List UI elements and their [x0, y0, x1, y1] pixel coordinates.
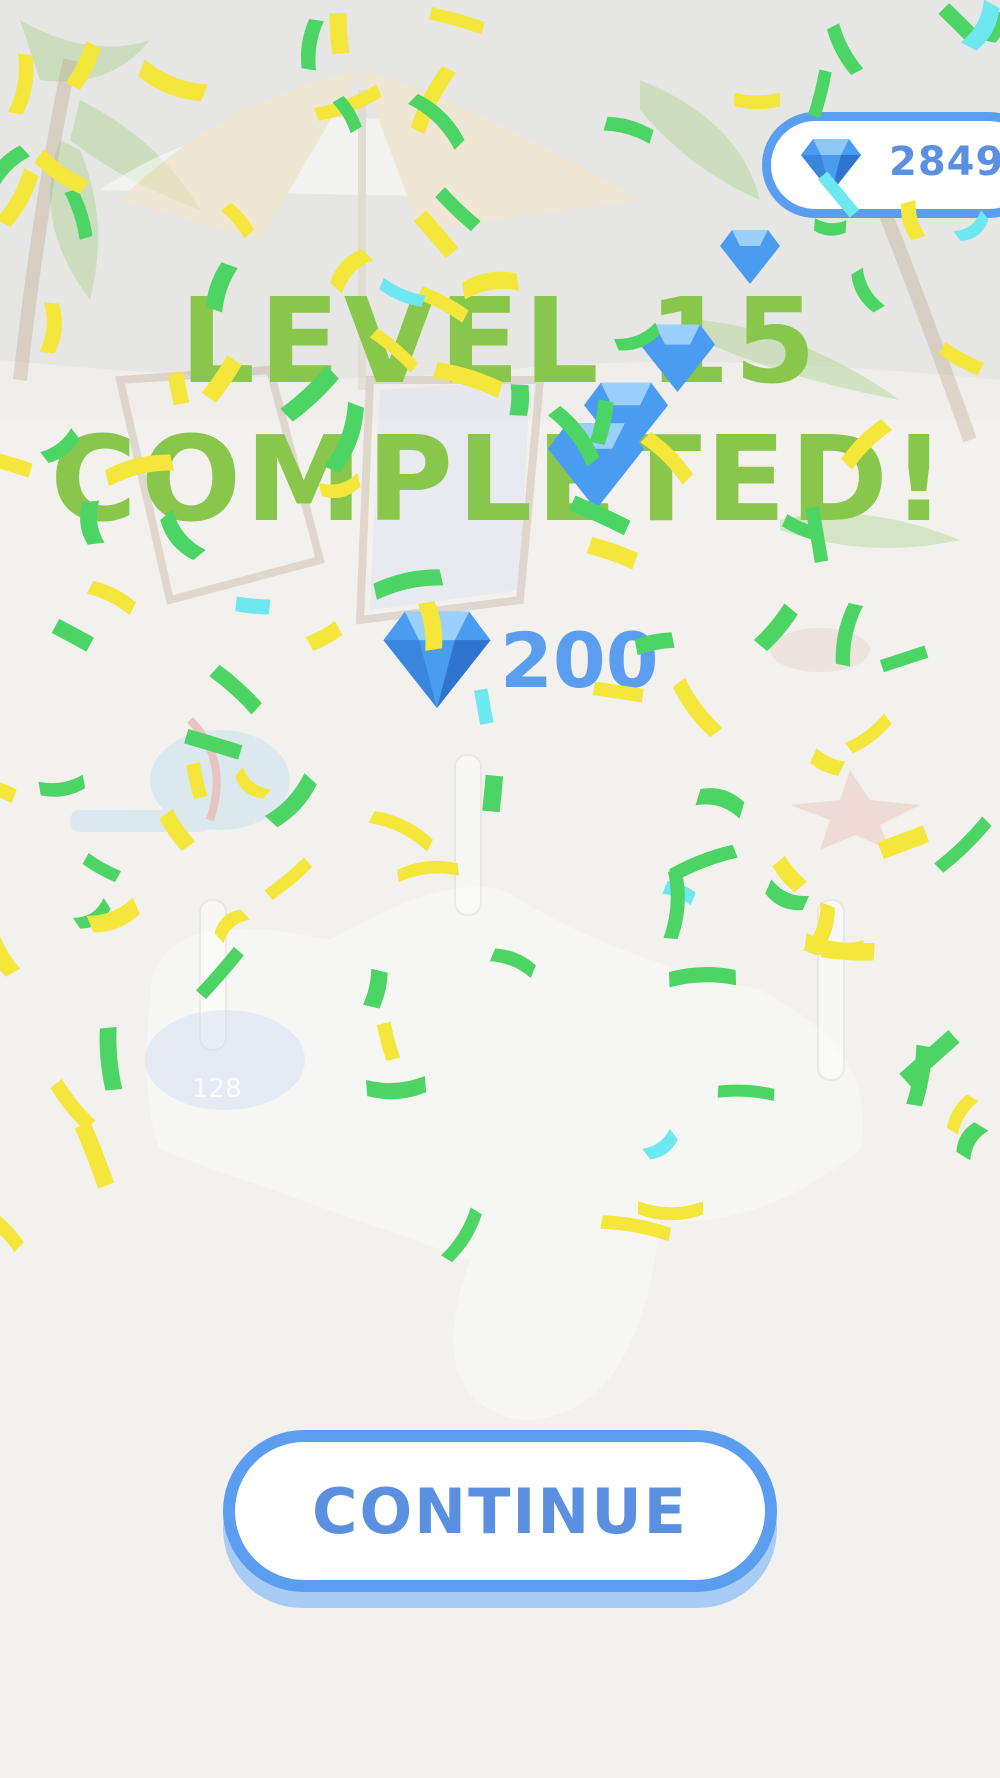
diamond-icon: [801, 139, 861, 193]
completed-title: COMPLETED!: [50, 410, 950, 548]
continue-button[interactable]: CONTINUE: [223, 1430, 777, 1592]
gem-count: 2849: [889, 139, 1000, 185]
ring-value-label: 128: [192, 1074, 242, 1104]
reward-display: 200: [378, 608, 659, 708]
diamond-icon: [383, 611, 491, 708]
reward-amount: 200: [500, 616, 659, 705]
continue-button-label: CONTINUE: [311, 1474, 689, 1548]
continue-button-wrap: CONTINUE: [223, 1430, 777, 1608]
level-title: LEVEL 15: [179, 272, 821, 410]
gem-counter: 2849: [762, 112, 1000, 218]
